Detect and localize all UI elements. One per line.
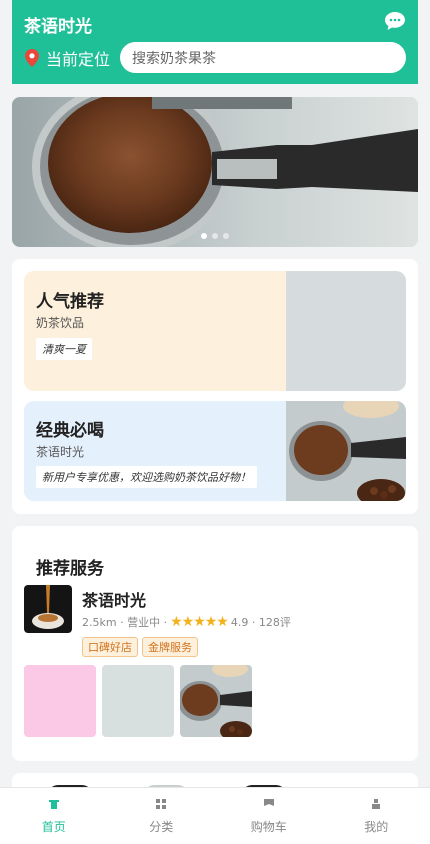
bottom-tab-bar: 首页 分类 购物车 我的: [0, 787, 430, 844]
badge: 金牌服务: [142, 637, 198, 657]
section-title: 推荐服务: [36, 559, 104, 579]
chat-bubble-icon[interactable]: [384, 11, 406, 31]
gallery-image[interactable]: [102, 665, 174, 737]
tab-cart[interactable]: 购物车: [215, 788, 323, 844]
card-title: 人气推荐: [36, 292, 104, 312]
card-tag: 新用户专享优惠，欢迎选购奶茶饮品好物！: [36, 466, 257, 488]
tab-label: 首页: [41, 820, 66, 834]
promo-banner[interactable]: [12, 97, 418, 247]
shop-thumbnail[interactable]: [24, 585, 72, 633]
coffee-card-image: [286, 401, 406, 501]
gallery-image[interactable]: [180, 665, 252, 737]
rating-stars: ★★★★★: [170, 614, 229, 630]
banner-dot[interactable]: [223, 233, 229, 239]
location-selector[interactable]: 当前定位: [24, 46, 110, 70]
shop-badges: 口碑好店 金牌服务: [82, 637, 198, 657]
badge: 口碑好店: [82, 637, 138, 657]
grid-icon: [156, 799, 167, 809]
search-placeholder: 搜索奶茶果茶: [132, 50, 216, 67]
services-section: 推荐服务 茶语时光 2.5km · 营业中 · ★★★★★ 4.9 · 128评…: [12, 526, 418, 761]
shop-distance: 2.5km: [82, 615, 117, 629]
card-title: 经典必喝: [36, 421, 104, 441]
tab-label: 我的: [364, 820, 389, 834]
banner-dots: [12, 233, 418, 239]
recommend-section: 人气推荐 奶茶饮品 清爽一夏 经典必喝 茶语时光 新用户专享优惠，欢迎选购奶茶饮…: [12, 259, 418, 514]
gallery-image[interactable]: [24, 665, 96, 737]
pin-icon: [25, 49, 39, 67]
cart-icon: [263, 799, 274, 806]
home-icon: [48, 800, 59, 809]
card-subtitle: 茶语时光: [36, 445, 85, 459]
tab-label: 分类: [149, 820, 174, 834]
coffee-banner-image: [12, 97, 418, 247]
tab-label: 购物车: [250, 820, 287, 834]
card-tag: 清爽一夏: [36, 338, 92, 360]
app-title: 茶语时光: [24, 17, 92, 37]
tab-profile[interactable]: 我的: [323, 788, 430, 844]
shop-gallery: [24, 665, 252, 737]
shop-meta: 2.5km · 营业中 · ★★★★★ 4.9 · 128评: [82, 614, 291, 630]
banner-dot[interactable]: [201, 233, 207, 239]
card-subtitle: 奶茶饮品: [36, 316, 85, 330]
shop-reviews: 128评: [258, 616, 291, 629]
card-image-placeholder: [286, 271, 406, 391]
card-popular[interactable]: 人气推荐 奶茶饮品 清爽一夏: [24, 271, 406, 391]
shop-status: 营业中: [127, 616, 161, 629]
banner-dot[interactable]: [212, 233, 218, 239]
shop-rating: 4.9: [230, 615, 249, 629]
shop-name[interactable]: 茶语时光: [82, 587, 146, 611]
user-icon: [372, 799, 381, 809]
top-header: 茶语时光 当前定位 搜索奶茶果茶: [12, 0, 418, 84]
tab-home[interactable]: 首页: [0, 788, 108, 844]
tab-category[interactable]: 分类: [108, 788, 216, 844]
search-input[interactable]: 搜索奶茶果茶: [120, 42, 406, 73]
card-classic[interactable]: 经典必喝 茶语时光 新用户专享优惠，欢迎选购奶茶饮品好物！: [24, 401, 406, 501]
location-label: 当前定位: [46, 50, 111, 69]
